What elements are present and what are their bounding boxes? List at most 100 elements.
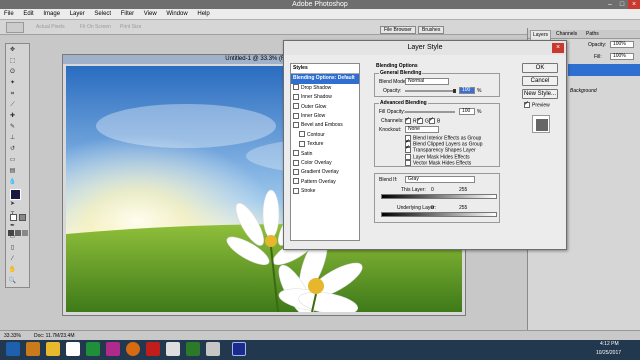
layer-opacity-field[interactable]: 100% bbox=[610, 41, 634, 48]
style-checkbox[interactable] bbox=[293, 150, 299, 157]
gradient-tool-icon[interactable]: ▤ bbox=[8, 167, 17, 176]
menu-select[interactable]: Select bbox=[90, 9, 115, 20]
style-item[interactable]: Stroke bbox=[291, 187, 359, 196]
menu-help[interactable]: Help bbox=[193, 9, 213, 20]
style-checkbox[interactable] bbox=[293, 103, 299, 110]
knockout-select[interactable]: None bbox=[405, 126, 439, 133]
blend-if-select[interactable]: Gray bbox=[405, 176, 475, 183]
menu-image[interactable]: Image bbox=[39, 9, 64, 20]
menu-filter[interactable]: Filter bbox=[117, 9, 138, 20]
advanced-option-checkbox[interactable]: Vector Mask Hides Effects bbox=[405, 159, 499, 166]
style-checkbox[interactable] bbox=[293, 159, 299, 166]
tab-brushes[interactable]: Brushes bbox=[418, 26, 445, 34]
style-item[interactable]: Pattern Overlay bbox=[291, 178, 359, 187]
style-item[interactable]: Color Overlay bbox=[291, 159, 359, 168]
lasso-tool-icon[interactable]: ʘ bbox=[8, 68, 17, 77]
start-button-icon[interactable] bbox=[6, 342, 20, 356]
opacity-slider[interactable] bbox=[405, 90, 455, 92]
style-checkbox[interactable] bbox=[293, 93, 299, 100]
zoom-tool-icon[interactable]: 🔍 bbox=[8, 277, 17, 286]
print-size-button[interactable]: Print Size bbox=[120, 20, 141, 35]
tab-paths[interactable]: Paths bbox=[586, 30, 599, 39]
notes-tool-icon[interactable]: ▯ bbox=[8, 244, 17, 253]
ok-button[interactable]: OK bbox=[522, 63, 558, 73]
screen-mode-standard-icon[interactable] bbox=[8, 230, 14, 236]
ie-icon[interactable] bbox=[26, 342, 40, 356]
blur-tool-icon[interactable]: 💧 bbox=[8, 178, 17, 187]
style-item[interactable]: Outer Glow bbox=[291, 103, 359, 112]
new-style-button[interactable]: New Style... bbox=[522, 89, 558, 99]
quick-mask-icon[interactable] bbox=[19, 214, 26, 221]
menu-file[interactable]: File bbox=[0, 9, 18, 20]
style-checkbox[interactable] bbox=[293, 122, 299, 129]
camtasia-green-icon[interactable] bbox=[186, 342, 200, 356]
healing-brush-icon[interactable]: ✚ bbox=[8, 112, 17, 121]
move-tool-icon[interactable]: ✥ bbox=[8, 46, 17, 55]
channel-g-checkbox[interactable]: G bbox=[417, 116, 429, 124]
firefox-icon[interactable] bbox=[126, 342, 140, 356]
style-checkbox[interactable] bbox=[299, 131, 305, 138]
style-checkbox[interactable] bbox=[293, 187, 299, 194]
style-item[interactable]: Drop Shadow bbox=[291, 84, 359, 93]
magic-wand-icon[interactable]: ✦ bbox=[8, 79, 17, 88]
preview-checkbox[interactable]: Preview bbox=[524, 100, 550, 108]
style-item[interactable]: Satin bbox=[291, 150, 359, 159]
stamp-tool-icon[interactable]: ⊥ bbox=[8, 134, 17, 143]
eraser-tool-icon[interactable]: ▭ bbox=[8, 156, 17, 165]
hand-tool-icon[interactable]: ✋ bbox=[8, 266, 17, 275]
fill-opacity-slider[interactable] bbox=[405, 111, 455, 113]
channel-b-checkbox[interactable]: B bbox=[429, 116, 440, 124]
photoshop-taskbar-icon[interactable] bbox=[232, 342, 246, 356]
screen-mode-full-icon[interactable] bbox=[22, 230, 28, 236]
actual-pixels-button[interactable]: Actual Pixels bbox=[36, 20, 65, 35]
style-checkbox[interactable] bbox=[293, 168, 299, 175]
foreground-color-swatch[interactable] bbox=[10, 189, 21, 200]
zoom-tool-icon[interactable] bbox=[6, 22, 24, 33]
fit-on-screen-button[interactable]: Fit On Screen bbox=[80, 20, 111, 35]
underlying-layer-gradient-slider[interactable] bbox=[381, 212, 497, 217]
opacity-field[interactable]: 100 bbox=[459, 87, 475, 94]
excel-icon[interactable] bbox=[86, 342, 100, 356]
style-checkbox[interactable] bbox=[293, 178, 299, 185]
store-icon[interactable] bbox=[66, 342, 80, 356]
style-item[interactable]: Blending Options: Default bbox=[291, 74, 359, 84]
this-layer-gradient-slider[interactable] bbox=[381, 194, 497, 199]
marquee-tool-icon[interactable]: ⬚ bbox=[8, 57, 17, 66]
tab-channels[interactable]: Channels bbox=[556, 30, 577, 39]
layer-row-selected[interactable] bbox=[568, 64, 640, 76]
crop-tool-icon[interactable]: ⌗ bbox=[8, 90, 17, 99]
clock-time[interactable]: 4:12 PM bbox=[600, 341, 619, 347]
clock-date[interactable]: 10/25/2017 bbox=[596, 350, 621, 356]
opacity-slider-thumb[interactable] bbox=[453, 89, 456, 93]
minimize-button[interactable]: – bbox=[604, 0, 616, 9]
brush-tool-icon[interactable]: ✎ bbox=[8, 123, 17, 132]
close-button[interactable]: × bbox=[628, 0, 640, 9]
maximize-button[interactable]: □ bbox=[616, 0, 628, 9]
menu-view[interactable]: View bbox=[140, 9, 161, 20]
style-checkbox[interactable] bbox=[293, 84, 299, 91]
history-brush-icon[interactable]: ↺ bbox=[8, 145, 17, 154]
dialog-close-button[interactable]: × bbox=[552, 43, 564, 53]
menu-window[interactable]: Window bbox=[162, 9, 191, 20]
style-checkbox[interactable] bbox=[293, 112, 299, 119]
styles-header[interactable]: Styles bbox=[291, 64, 359, 75]
onenote-icon[interactable] bbox=[106, 342, 120, 356]
channel-r-checkbox[interactable]: R bbox=[405, 116, 417, 124]
layer-fill-field[interactable]: 100% bbox=[610, 53, 634, 60]
style-item[interactable]: Bevel and Emboss bbox=[291, 121, 359, 130]
file-explorer-icon[interactable] bbox=[46, 342, 60, 356]
eyedropper-icon[interactable]: ⁄ bbox=[8, 255, 17, 264]
tab-file-browser[interactable]: File Browser bbox=[380, 26, 416, 34]
style-checkbox[interactable] bbox=[299, 140, 305, 147]
style-item[interactable]: Inner Glow bbox=[291, 112, 359, 121]
style-item[interactable]: Contour bbox=[291, 131, 359, 140]
path-select-icon[interactable]: ➤ bbox=[8, 200, 17, 209]
menu-layer[interactable]: Layer bbox=[66, 9, 89, 20]
fill-opacity-field[interactable]: 100 bbox=[459, 108, 475, 115]
style-item[interactable]: Texture bbox=[291, 140, 359, 149]
menu-edit[interactable]: Edit bbox=[19, 9, 37, 20]
screen-mode-full-menu-icon[interactable] bbox=[15, 230, 21, 236]
acrobat-icon[interactable] bbox=[146, 342, 160, 356]
cancel-button[interactable]: Cancel bbox=[522, 76, 558, 86]
standard-mode-icon[interactable] bbox=[10, 214, 17, 221]
